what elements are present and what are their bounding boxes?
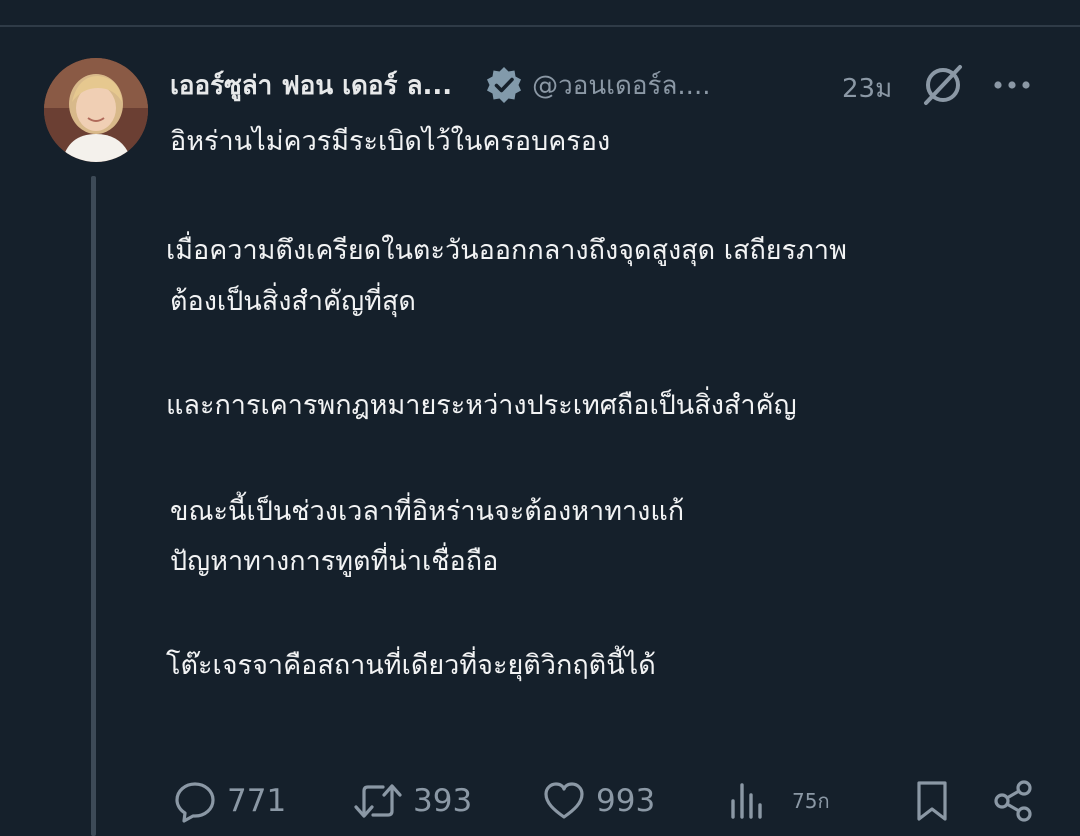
share-button[interactable] xyxy=(991,779,1035,823)
more-dots-icon[interactable] xyxy=(990,70,1034,100)
views-button[interactable]: 75ก xyxy=(728,779,830,823)
tweet-text-line: และการเคารพกฎหมายระหว่างประเทศถือเป็นสิ่… xyxy=(166,390,797,421)
repost-count: 393 xyxy=(413,783,473,819)
thread-line xyxy=(91,176,96,836)
grok-slash-icon[interactable] xyxy=(920,62,966,108)
tweet-header: เออร์ซูล่า ฟอน เดอร์ ล... @วอนเดอร์ล.... xyxy=(170,62,710,108)
reply-count: 771 xyxy=(227,783,287,819)
avatar[interactable] xyxy=(44,58,148,162)
reply-button[interactable]: 771 xyxy=(173,779,286,823)
tweet-text-line: ขณะนี้เป็นช่วงเวลาที่อิหร่านจะต้องหาทางแ… xyxy=(170,496,685,527)
share-icon xyxy=(991,779,1035,823)
verified-badge-icon xyxy=(484,65,524,105)
like-count: 993 xyxy=(596,783,656,819)
view-count: 75ก xyxy=(792,789,830,813)
tweet-actions-bar: 771 393 993 75ก xyxy=(0,775,1080,827)
reply-bubble-icon xyxy=(173,779,217,823)
tweet-text-line: ปัญหาทางการทูตที่น่าเชื่อถือ xyxy=(170,546,499,577)
tweet-text-line: เมื่อความตึงเครียดในตะวันออกกลางถึงจุดสู… xyxy=(166,235,847,266)
repost-arrows-icon xyxy=(353,779,403,823)
avatar-portrait-image xyxy=(44,58,148,162)
tweet-text-line: อิหร่านไม่ควรมีระเบิดไว้ในครอบครอง xyxy=(170,126,611,157)
tweet-text-line: ต้องเป็นสิ่งสำคัญที่สุด xyxy=(170,286,416,317)
bookmark-button[interactable] xyxy=(912,779,952,823)
author-name[interactable]: เออร์ซูล่า ฟอน เดอร์ ล... xyxy=(170,65,452,106)
tweet-text-line: โต๊ะเจรจาคือสถานที่เดียวที่จะยุติวิกฤติน… xyxy=(166,650,656,681)
bookmark-icon xyxy=(912,779,952,823)
heart-icon xyxy=(542,779,586,823)
views-bars-icon xyxy=(728,779,768,823)
repost-button[interactable]: 393 xyxy=(353,779,472,823)
tweet-timestamp[interactable]: 23ม xyxy=(842,68,892,109)
tweet[interactable]: เออร์ซูล่า ฟอน เดอร์ ล... @วอนเดอร์ล....… xyxy=(0,0,1080,836)
like-button[interactable]: 993 xyxy=(542,779,655,823)
author-handle[interactable]: @วอนเดอร์ล.... xyxy=(532,65,710,106)
